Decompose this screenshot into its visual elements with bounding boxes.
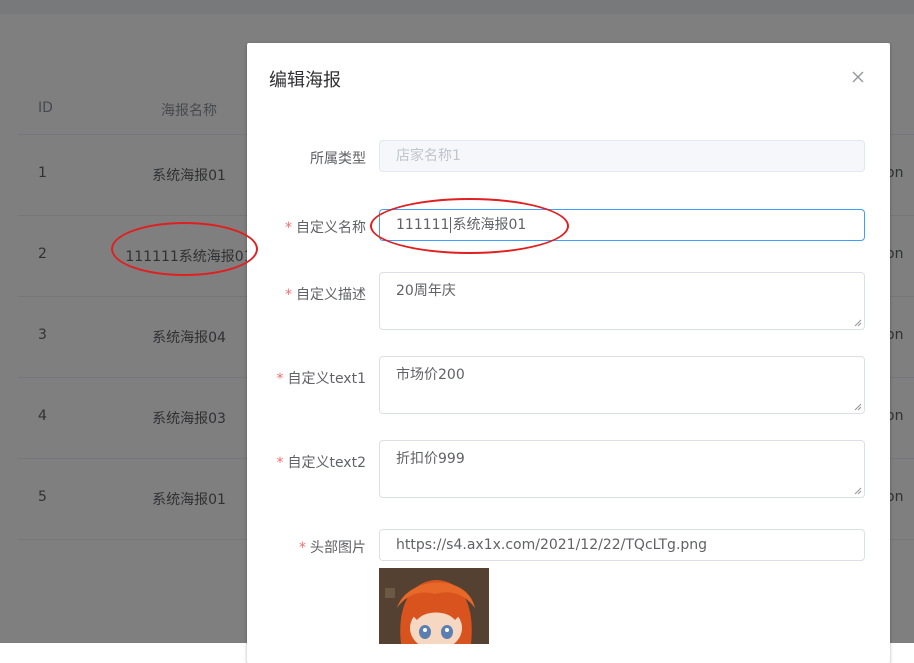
edit-poster-dialog: 编辑海报 所属类型 店家名称1 * 自定义名称 111111 系统海报01 * 自定义…: [247, 43, 890, 663]
header-image-label: * 头部图片: [299, 540, 366, 556]
custom-desc-label: * 自定义描述: [285, 287, 366, 303]
required-mark: *: [285, 220, 292, 236]
annotation-circle-table-name: [111, 222, 258, 276]
custom-name-label: * 自定义名称: [285, 220, 366, 236]
text2-label: * 自定义text2: [276, 455, 366, 471]
required-mark: *: [299, 540, 306, 556]
text2-textarea[interactable]: 折扣价999: [379, 440, 865, 498]
required-mark: *: [285, 287, 292, 303]
type-input: 店家名称1: [379, 140, 865, 172]
required-mark: *: [276, 371, 284, 387]
text1-textarea[interactable]: 市场价200: [379, 356, 865, 414]
header-image-preview: [379, 568, 489, 644]
dialog-title: 编辑海报: [269, 70, 341, 91]
annotation-circle-input-name: [370, 198, 569, 254]
close-icon[interactable]: [845, 63, 871, 89]
text1-label: * 自定义text1: [276, 371, 366, 387]
resize-handle-icon[interactable]: [854, 403, 862, 411]
required-mark: *: [276, 455, 284, 471]
resize-handle-icon[interactable]: [854, 319, 862, 327]
header-image-url-input[interactable]: https://s4.ax1x.com/2021/12/22/TQcLTg.pn…: [379, 529, 865, 561]
type-label: 所属类型: [310, 151, 366, 167]
resize-handle-icon[interactable]: [854, 487, 862, 495]
custom-desc-textarea[interactable]: 20周年庆: [379, 272, 865, 330]
